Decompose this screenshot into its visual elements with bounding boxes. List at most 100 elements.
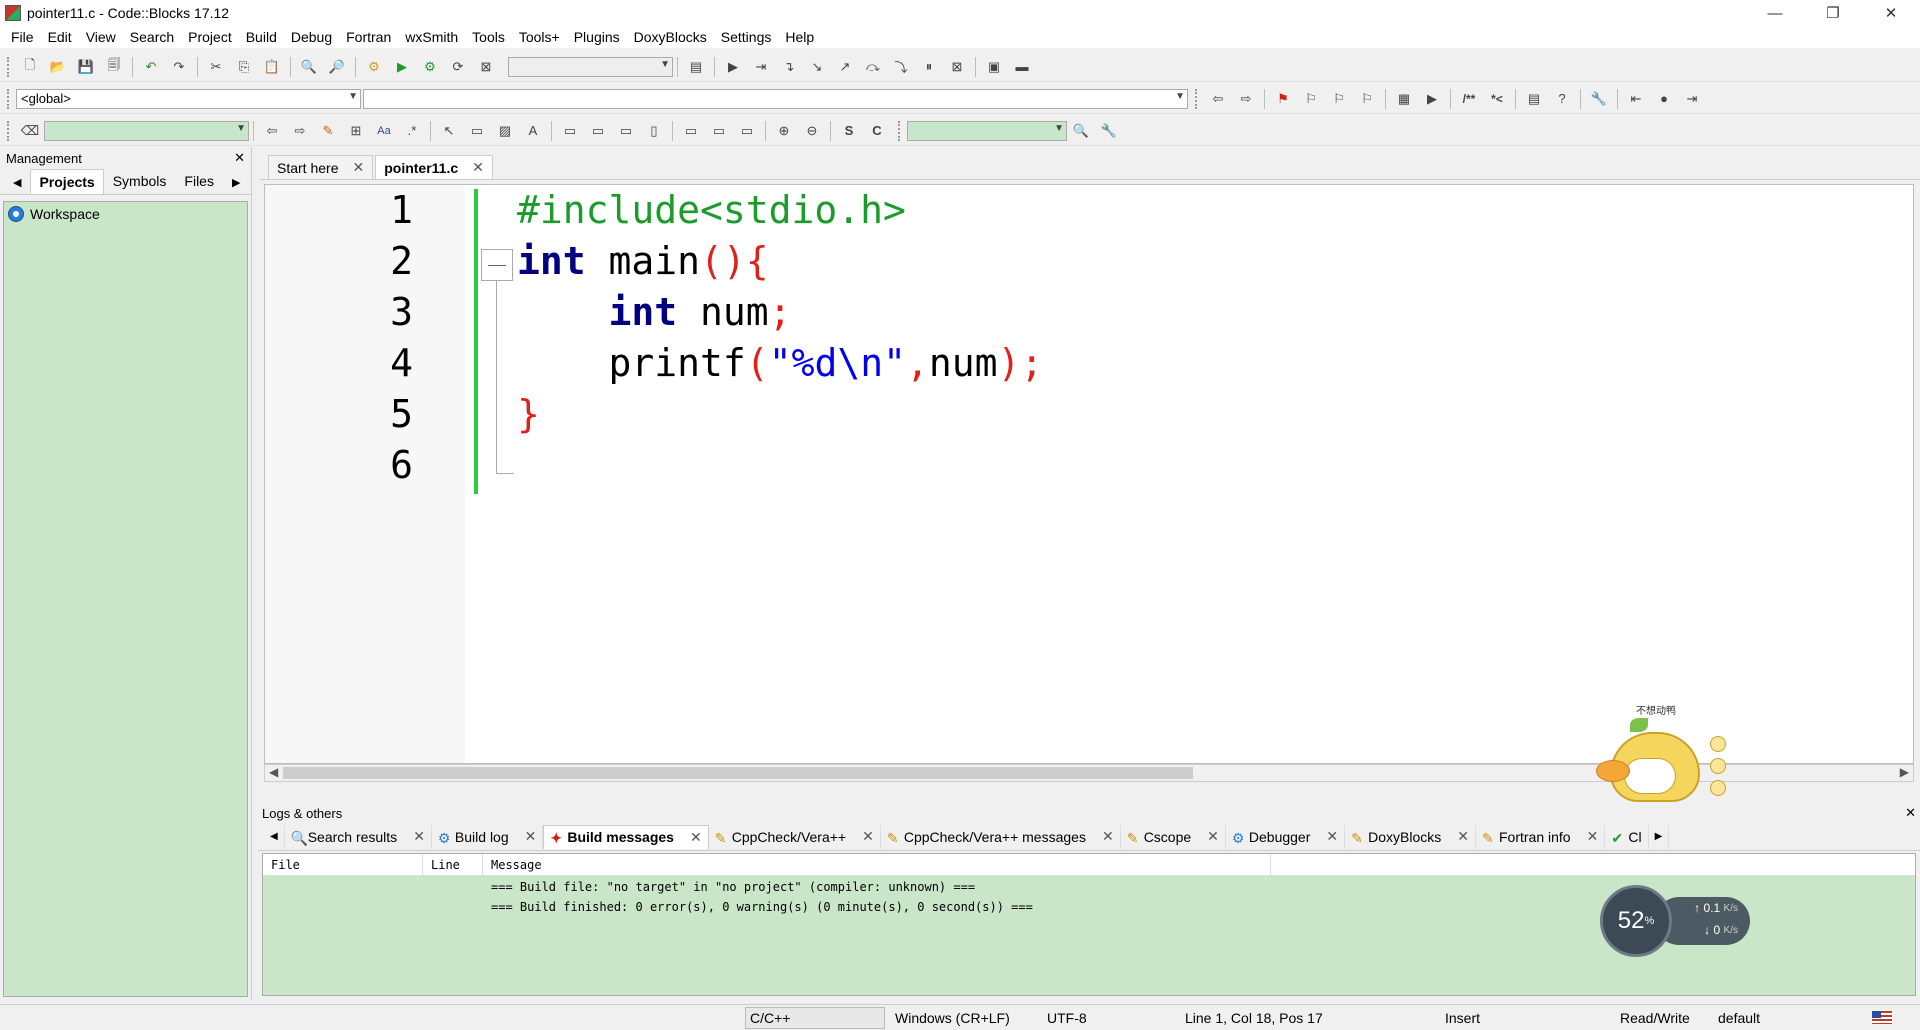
doxy-extract-icon[interactable]: ▦ xyxy=(1393,88,1415,110)
toggle-bookmark-icon[interactable]: ⚑ xyxy=(1272,88,1294,110)
step-into-instruction-icon[interactable]: ⤵ xyxy=(890,56,912,78)
next-line-icon[interactable]: ↴ xyxy=(778,56,800,78)
column-file[interactable]: File xyxy=(263,854,423,875)
paste-icon[interactable]: 📋 xyxy=(261,56,283,78)
build-and-run-icon[interactable]: ⚙ xyxy=(419,56,441,78)
minimize-button[interactable]: — xyxy=(1746,0,1804,26)
search-next-icon[interactable]: ⇨ xyxy=(289,120,311,142)
prev-todo-icon[interactable]: ⇤ xyxy=(1625,88,1647,110)
save-all-icon[interactable]: 🗐 xyxy=(103,56,125,78)
tab-doxyblocks[interactable]: ✎ DoxyBlocks ✕ xyxy=(1345,824,1476,849)
tabs-scroll-right-icon[interactable]: ▶ xyxy=(223,171,249,194)
jump-forward-icon[interactable]: ⇨ xyxy=(1235,88,1257,110)
scroll-left-icon[interactable]: ◀ xyxy=(269,765,278,779)
menu-debug[interactable]: Debug xyxy=(284,29,339,45)
doxy-run-icon[interactable]: ▶ xyxy=(1421,88,1443,110)
text-tool-icon[interactable]: A xyxy=(522,120,544,142)
log-tabs-scroll-left-icon[interactable]: ◀ xyxy=(264,824,285,849)
menu-help[interactable]: Help xyxy=(778,29,821,45)
logs-close-icon[interactable]: ✕ xyxy=(1905,805,1916,821)
tab-fortran-info[interactable]: ✎ Fortran info ✕ xyxy=(1476,824,1606,849)
toolbar-grip[interactable] xyxy=(7,88,11,109)
stop-debugger-icon[interactable]: ⊠ xyxy=(946,56,968,78)
menu-edit[interactable]: Edit xyxy=(41,29,79,45)
c-tool-icon[interactable]: C xyxy=(866,120,888,142)
tab-build-messages[interactable]: ✦ Build messages ✕ xyxy=(543,824,709,849)
log-tabs-scroll-right-icon[interactable]: ▶ xyxy=(1649,824,1670,849)
tab-search-results[interactable]: 🔍 Search results ✕ xyxy=(285,824,432,849)
close-tab-icon[interactable]: ✕ xyxy=(525,828,537,845)
tab-cscope[interactable]: ✎ Cscope ✕ xyxy=(1121,824,1226,849)
symbol-search-combo[interactable]: ▼ xyxy=(907,120,1067,141)
comment-block-icon[interactable]: /** xyxy=(1458,88,1480,110)
debug-continue-icon[interactable]: ▶ xyxy=(722,56,744,78)
menu-plugins[interactable]: Plugins xyxy=(567,29,627,45)
close-tab-icon[interactable]: ✕ xyxy=(690,829,702,846)
tab-build-log[interactable]: ⚙ Build log ✕ xyxy=(432,824,544,849)
tab-pointer11-c[interactable]: pointer11.c ✕ xyxy=(375,155,493,179)
toolbar-grip[interactable] xyxy=(7,56,11,77)
menu-fortran[interactable]: Fortran xyxy=(339,29,398,45)
step-into-icon[interactable]: ↘ xyxy=(806,56,828,78)
open-file-icon[interactable]: 📂 xyxy=(47,56,69,78)
menu-wxsmith[interactable]: wxSmith xyxy=(398,29,465,45)
new-file-icon[interactable]: 🗋 xyxy=(19,56,41,78)
close-window-button[interactable]: ✕ xyxy=(1862,0,1920,26)
cut-icon[interactable]: ✂ xyxy=(205,56,227,78)
comment-line-icon[interactable]: *< xyxy=(1486,88,1508,110)
scroll-thumb[interactable] xyxy=(283,767,1193,779)
jump-back-icon[interactable]: ⇦ xyxy=(1207,88,1229,110)
tab-cppcheck[interactable]: ✎ CppCheck/Vera++ ✕ xyxy=(709,824,881,849)
chm-doc-icon[interactable]: ? xyxy=(1551,88,1573,110)
menu-build[interactable]: Build xyxy=(239,29,284,45)
tab-symbols[interactable]: Symbols xyxy=(104,168,176,194)
menu-view[interactable]: View xyxy=(79,29,123,45)
rect-tool-icon[interactable]: ▭ xyxy=(466,120,488,142)
various-info-icon[interactable]: ▬ xyxy=(1011,56,1033,78)
next-todo-icon[interactable]: ⇥ xyxy=(1681,88,1703,110)
find-icon[interactable]: 🔍 xyxy=(298,56,320,78)
show-select-target-icon[interactable]: ▤ xyxy=(685,56,707,78)
mascot-button-icon[interactable] xyxy=(1710,758,1726,774)
symbol-settings-icon[interactable]: 🔧 xyxy=(1098,120,1120,142)
mascot-widget[interactable]: 不想动鸭 xyxy=(1590,700,1730,812)
break-debugger-icon[interactable]: ⏸ xyxy=(918,56,940,78)
expand-right-icon[interactable]: ▭ xyxy=(708,120,730,142)
tab-debugger[interactable]: ⚙ Debugger ✕ xyxy=(1226,824,1346,849)
next-bookmark-icon[interactable]: ⚐ xyxy=(1328,88,1350,110)
s-tool-icon[interactable]: S xyxy=(838,120,860,142)
menu-search[interactable]: Search xyxy=(123,29,181,45)
save-icon[interactable]: 💾 xyxy=(75,56,97,78)
run-icon[interactable]: ▶ xyxy=(391,56,413,78)
align-top-icon[interactable]: ▭ xyxy=(559,120,581,142)
function-combo[interactable]: ▼ xyxy=(363,88,1188,109)
symbol-search-icon[interactable]: 🔍 xyxy=(1070,120,1092,142)
wrench-icon[interactable]: 🔧 xyxy=(1588,88,1610,110)
zoom-in-icon[interactable]: ⊕ xyxy=(773,120,795,142)
close-tab-icon[interactable]: ✕ xyxy=(1102,828,1114,845)
incremental-search-combo[interactable]: ▼ xyxy=(44,120,249,141)
close-tab-icon[interactable]: ✕ xyxy=(352,159,364,176)
expand-left-icon[interactable]: ▭ xyxy=(680,120,702,142)
menu-settings[interactable]: Settings xyxy=(714,29,779,45)
scroll-right-icon[interactable]: ▶ xyxy=(1900,765,1909,779)
build-gear-icon[interactable]: ⚙ xyxy=(363,56,385,78)
management-close-icon[interactable]: ✕ xyxy=(234,150,245,166)
tab-cppcheck-messages[interactable]: ✎ CppCheck/Vera++ messages ✕ xyxy=(881,824,1121,849)
next-instruction-icon[interactable]: ⤼ xyxy=(862,56,884,78)
tab-projects[interactable]: Projects xyxy=(30,169,104,194)
rebuild-icon[interactable]: ⟳ xyxy=(447,56,469,78)
image-tool-icon[interactable]: ▨ xyxy=(494,120,516,142)
close-tab-icon[interactable]: ✕ xyxy=(1326,828,1338,845)
expand-both-icon[interactable]: ▭ xyxy=(736,120,758,142)
html-doc-icon[interactable]: ▤ xyxy=(1523,88,1545,110)
menu-file[interactable]: File xyxy=(4,29,41,45)
clear-bookmarks-icon[interactable]: ⚐ xyxy=(1356,88,1378,110)
debugging-windows-icon[interactable]: ▣ xyxy=(983,56,1005,78)
mascot-button-icon[interactable] xyxy=(1710,736,1726,752)
mascot-button-icon[interactable] xyxy=(1710,780,1726,796)
network-monitor-widget[interactable]: ↑ 0.1 K/s ↓ 0 K/s 52% xyxy=(1600,885,1750,957)
zoom-out-icon[interactable]: ⊖ xyxy=(801,120,823,142)
code-editor[interactable]: 1 2 3 4 5 6 #include<stdio.h> int main()… xyxy=(264,184,1914,764)
close-tab-icon[interactable]: ✕ xyxy=(1587,828,1599,845)
